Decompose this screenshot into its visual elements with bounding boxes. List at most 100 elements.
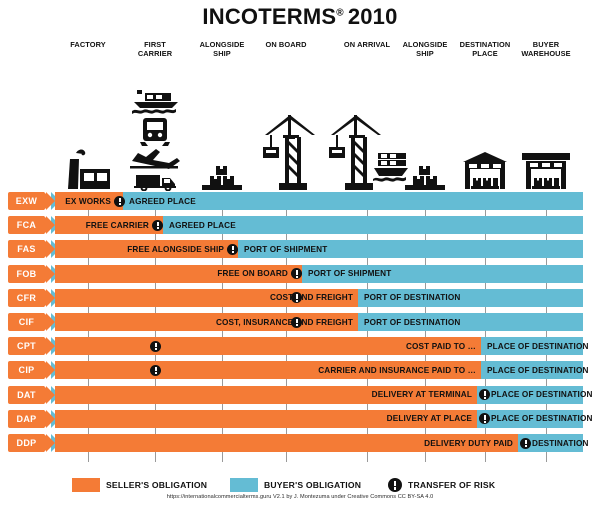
transfer-of-risk-icon [227, 243, 238, 255]
seller-obligation-segment: CARRIER AND INSURANCE PAID TO … [55, 361, 481, 380]
seller-obligation-segment: DELIVERY AT TERMINAL [55, 385, 477, 404]
bar-nose-icon [46, 434, 55, 452]
table-row[interactable]: CIP CARRIER AND INSURANCE PAID TO … PLACE … [0, 361, 600, 385]
seller-obligation-label: DELIVERY AT PLACE [386, 414, 472, 424]
obligation-bar: FREE ON BOARD PORT OF SHIPMENT [55, 264, 583, 283]
transfer-of-risk-icon [150, 364, 161, 376]
bar-nose-icon [46, 240, 55, 259]
obligation-bar: COST PAID TO … PLACE OF DESTINATION [55, 337, 588, 356]
incoterm-code: DDP [8, 434, 44, 452]
obligation-bar: DELIVERY AT PLACE PLACE OF DESTINATION [55, 409, 592, 428]
legend-label-risk: TRANSFER OF RISK [408, 480, 496, 490]
seller-obligation-label: FREE ON BOARD [217, 269, 288, 279]
obligation-bar: COST, INSURANCE AND FREIGHT PORT OF DESTI… [55, 313, 583, 331]
table-row[interactable]: FOB FREE ON BOARD PORT OF SHIPMENT [0, 264, 600, 289]
buyer-obligation-segment: PLACE OF DESTINATION [477, 385, 592, 404]
factory-icon [62, 147, 114, 191]
warehouse-icon [460, 151, 510, 191]
buyer-obligation-label: PORT OF DESTINATION [364, 317, 461, 327]
incoterm-rows: EXW EX WORKS AGREED PLACE FCA FREE CARRIER AG… [0, 192, 600, 462]
buyer-obligation-segment: PORT OF SHIPMENT [238, 240, 583, 259]
seller-obligation-segment: DELIVERY AT PLACE [55, 409, 477, 428]
incoterms-infographic: INCOTERMS® 2010 FACTORY FIRST CARRIER ALONG… [0, 0, 600, 505]
buyer-obligation-segment: PLACE OF DESTINATION [481, 361, 588, 380]
incoterm-code: EXW [8, 192, 44, 210]
obligation-bar: CARRIER AND INSURANCE PAID TO … PLACE OF … [55, 361, 588, 380]
bar-nose-icon [46, 385, 55, 404]
buyer-obligation-segment: AGREED PLACE [123, 192, 583, 210]
seller-obligation-segment: FREE ON BOARD [55, 264, 302, 283]
incoterm-code: DAT [8, 385, 44, 404]
legend: SELLER'S OBLIGATION BUYER'S OBLIGATION T… [0, 476, 600, 494]
bar-nose-icon [46, 192, 55, 210]
seller-swatch [72, 478, 100, 492]
seller-obligation-label: COST AND FREIGHT [269, 293, 353, 303]
incoterm-code: FAS [8, 240, 44, 259]
icon-row [0, 66, 600, 191]
column-header-7: BUYER WAREHOUSE [521, 40, 571, 58]
incoterm-code: CIP [8, 361, 44, 380]
transfer-of-risk-icon [291, 316, 302, 328]
obligation-bar: FREE ALONGSIDE SHIP PORT OF SHIPMENT [55, 240, 583, 259]
table-row[interactable]: EXW EX WORKS AGREED PLACE [0, 192, 600, 216]
obligation-bar: DELIVERY AT TERMINAL PLACE OF DESTINATION [55, 385, 592, 404]
buyer-warehouse-icon [520, 151, 572, 191]
table-row[interactable]: DDP DELIVERY DUTY PAID DESTINATION [0, 434, 600, 458]
page-title: INCOTERMS® 2010 [0, 4, 600, 30]
cargo-stack-icon [401, 161, 449, 191]
table-row[interactable]: DAP DELIVERY AT PLACE PLACE OF DESTINATION [0, 409, 600, 434]
legend-item-risk: TRANSFER OF RISK [388, 476, 495, 494]
seller-obligation-segment: FREE ALONGSIDE SHIP [55, 240, 238, 259]
buyer-obligation-segment: AGREED PLACE [163, 216, 583, 235]
buyer-obligation-segment: PLACE OF DESTINATION [481, 337, 588, 356]
incoterm-code: FCA [8, 216, 44, 235]
incoterm-code: FOB [8, 264, 44, 283]
buyer-obligation-label: PORT OF SHIPMENT [244, 244, 328, 254]
obligation-bar: DELIVERY DUTY PAID DESTINATION [55, 434, 588, 452]
bar-nose-icon [46, 409, 55, 428]
title-main: INCOTERMS [202, 4, 337, 29]
bar-nose-icon [46, 361, 55, 380]
buyer-obligation-label: PORT OF SHIPMENT [308, 269, 392, 279]
incoterm-code: CFR [8, 288, 44, 307]
buyer-obligation-label: PLACE OF DESTINATION [491, 414, 593, 424]
seller-obligation-label: COST, INSURANCE AND FREIGHT [215, 317, 353, 327]
title-year: 2010 [347, 4, 398, 29]
buyer-obligation-segment: PORT OF DESTINATION [358, 313, 583, 331]
bar-nose-icon [46, 216, 55, 235]
buyer-obligation-segment: PORT OF DESTINATION [358, 288, 583, 307]
table-row[interactable]: DAT DELIVERY AT TERMINAL PLACE OF DESTINAT… [0, 385, 600, 410]
bar-nose-icon [46, 288, 55, 307]
column-header-3: ON BOARD [265, 40, 307, 49]
bar-nose-icon [46, 264, 55, 283]
table-row[interactable]: CFR COST AND FREIGHT PORT OF DESTINATION [0, 288, 600, 313]
column-headers: FACTORY FIRST CARRIER ALONGSIDE SHIP ON BOA… [0, 40, 600, 66]
table-row[interactable]: CIF COST, INSURANCE AND FREIGHT PORT OF DE… [0, 313, 600, 337]
table-row[interactable]: FCA FREE CARRIER AGREED PLACE [0, 216, 600, 240]
seller-obligation-label: FREE ALONGSIDE SHIP [127, 244, 224, 254]
column-header-0: FACTORY [70, 40, 106, 49]
seller-obligation-label: DELIVERY DUTY PAID [424, 438, 513, 448]
column-header-4: ON ARRIVAL [343, 40, 391, 49]
seller-obligation-label: COST PAID TO … [405, 341, 476, 351]
buyer-obligation-segment: PORT OF SHIPMENT [302, 264, 583, 283]
legend-label-buyer: BUYER'S OBLIGATION [264, 480, 362, 490]
seller-obligation-segment: COST, INSURANCE AND FREIGHT [55, 313, 358, 331]
incoterm-code: CIF [8, 313, 44, 331]
seller-obligation-label: DELIVERY AT TERMINAL [371, 390, 472, 400]
crane-unloading-icon [326, 113, 408, 191]
seller-obligation-label: CARRIER AND INSURANCE PAID TO … [318, 365, 476, 375]
registered-trademark-icon: ® [336, 7, 344, 19]
table-row[interactable]: CPT COST PAID TO … PLACE OF DESTINATION [0, 337, 600, 361]
column-header-2: ALONGSIDE SHIP [199, 40, 245, 58]
obligation-bar: FREE CARRIER AGREED PLACE [55, 216, 583, 235]
transfer-of-risk-icon [150, 340, 161, 352]
buyer-obligation-label: PLACE OF DESTINATION [487, 365, 589, 375]
column-header-1: FIRST CARRIER [137, 40, 173, 58]
column-header-5: ALONGSIDE SHIP [402, 40, 448, 58]
table-row[interactable]: FAS FREE ALONGSIDE SHIP PORT OF SHIPMENT [0, 240, 600, 264]
seller-obligation-segment: FREE CARRIER [55, 216, 163, 235]
incoterm-code: CPT [8, 337, 44, 356]
footer-attribution: https://internationalcommercialterms.gur… [166, 494, 434, 500]
obligation-bar: COST AND FREIGHT PORT OF DESTINATION [55, 288, 583, 307]
